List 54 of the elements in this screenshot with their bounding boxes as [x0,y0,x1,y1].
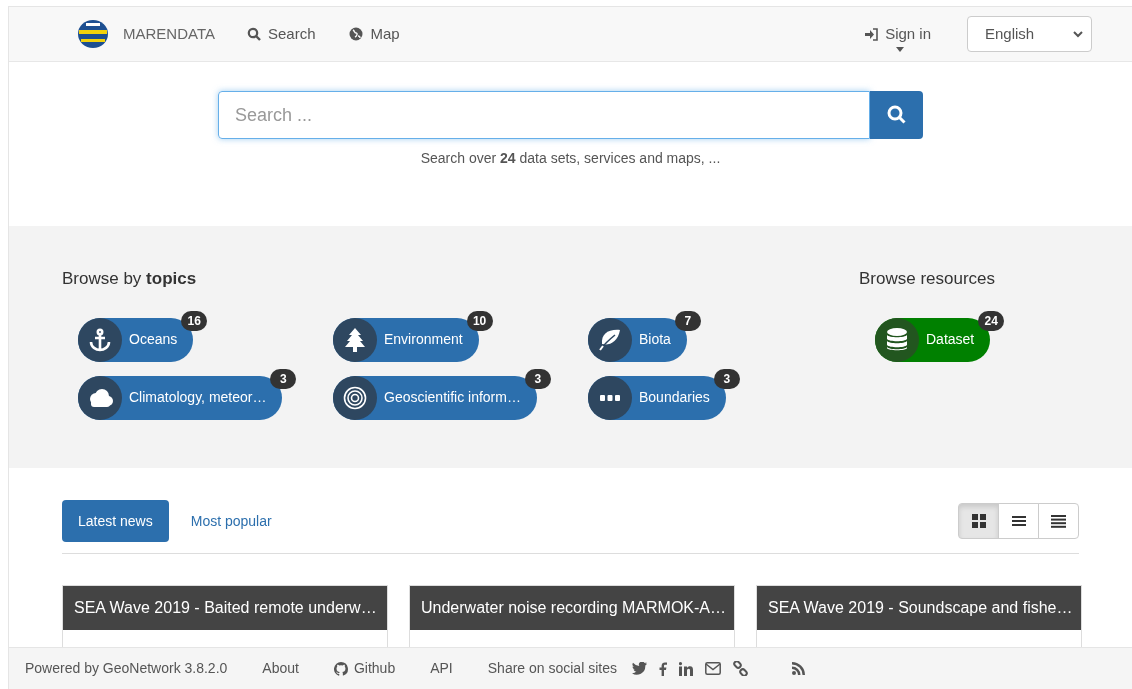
tree-icon [345,327,365,352]
tab[interactable]: Latest news [62,500,169,542]
count-badge: 24 [978,310,1005,331]
facebook-icon[interactable] [658,661,667,676]
search-button[interactable] [870,91,923,139]
brand-name[interactable]: MARENDATA [123,22,215,46]
count-badge: 7 [674,310,701,331]
nav-link[interactable]: Search [246,22,316,46]
dots-icon [600,394,620,401]
view-mode-button[interactable] [1038,503,1079,539]
footer-link[interactable]: About [262,658,299,679]
count-badge: 16 [181,310,208,331]
envelope-icon[interactable] [704,662,721,675]
count-badge: 3 [270,368,297,389]
rss-icon[interactable] [791,662,805,675]
sign-in-icon [864,27,879,41]
footer-link[interactable]: API [430,658,453,679]
card-title[interactable]: Underwater noise recording MARMOK-A… [410,586,734,630]
anchor-icon [88,327,112,352]
powered-by-text: Powered by GeoNetwork 3.8.2.0 [25,659,228,678]
section-title: Browse resources [859,268,996,290]
footer-link[interactable]: Github [333,658,396,679]
view-mode-button[interactable] [958,503,999,539]
nav-link[interactable]: Map [349,22,400,46]
cloud-icon [87,388,113,407]
tab[interactable]: Most popular [174,500,288,542]
link-icon[interactable] [732,661,748,676]
search-hint: Search over 24 data sets, services and maps, ... [420,149,721,168]
sign-in-link[interactable]: Sign in [864,22,931,46]
target-icon [343,385,367,410]
count-badge: 10 [466,310,493,331]
chevron-down-icon[interactable] [1073,30,1083,38]
language-select[interactable]: English [967,16,1092,52]
leaf-icon [598,328,622,351]
bird-icon[interactable] [631,662,647,675]
count-badge: 3 [713,368,740,389]
view-mode-button[interactable] [998,503,1039,539]
logo-icon[interactable] [77,19,109,49]
section-title: Browse by topics [62,268,198,290]
card-title[interactable]: SEA Wave 2019 - Baited remote underw… [63,586,387,630]
database-icon [887,327,907,352]
globe-icon [349,27,364,41]
search-icon[interactable] [886,105,907,125]
compact-list-icon [1051,514,1066,528]
caret-icon[interactable] [896,46,905,52]
list-icon [1011,515,1026,527]
linkedin-icon[interactable] [678,661,693,676]
search-icon [246,27,261,41]
github-icon [333,661,348,676]
grid-icon [971,514,986,528]
count-badge: 3 [524,368,551,389]
search-field[interactable]: Search ... [218,91,870,139]
card-title[interactable]: SEA Wave 2019 - Soundscape and fishe… [757,586,1081,630]
share-label: Share on social sites [487,659,617,678]
